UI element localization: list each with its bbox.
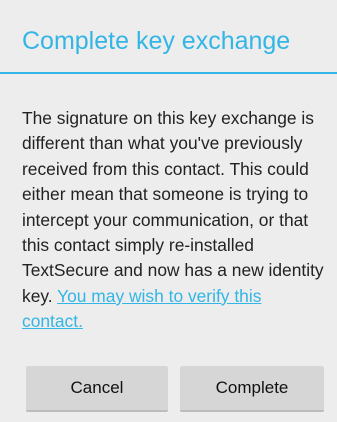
- verify-contact-link[interactable]: You may wish to verify this contact.: [22, 286, 261, 331]
- complete-button[interactable]: Complete: [180, 366, 324, 412]
- message-text: The signature on this key exchange is di…: [22, 108, 324, 306]
- title-divider: [0, 72, 337, 74]
- button-bar: Cancel Complete: [0, 366, 337, 416]
- dialog-title: Complete key exchange: [22, 27, 291, 55]
- cancel-button[interactable]: Cancel: [26, 366, 168, 412]
- dialog-message: The signature on this key exchange is di…: [22, 106, 326, 335]
- key-exchange-dialog: Complete key exchange The signature on t…: [0, 0, 337, 422]
